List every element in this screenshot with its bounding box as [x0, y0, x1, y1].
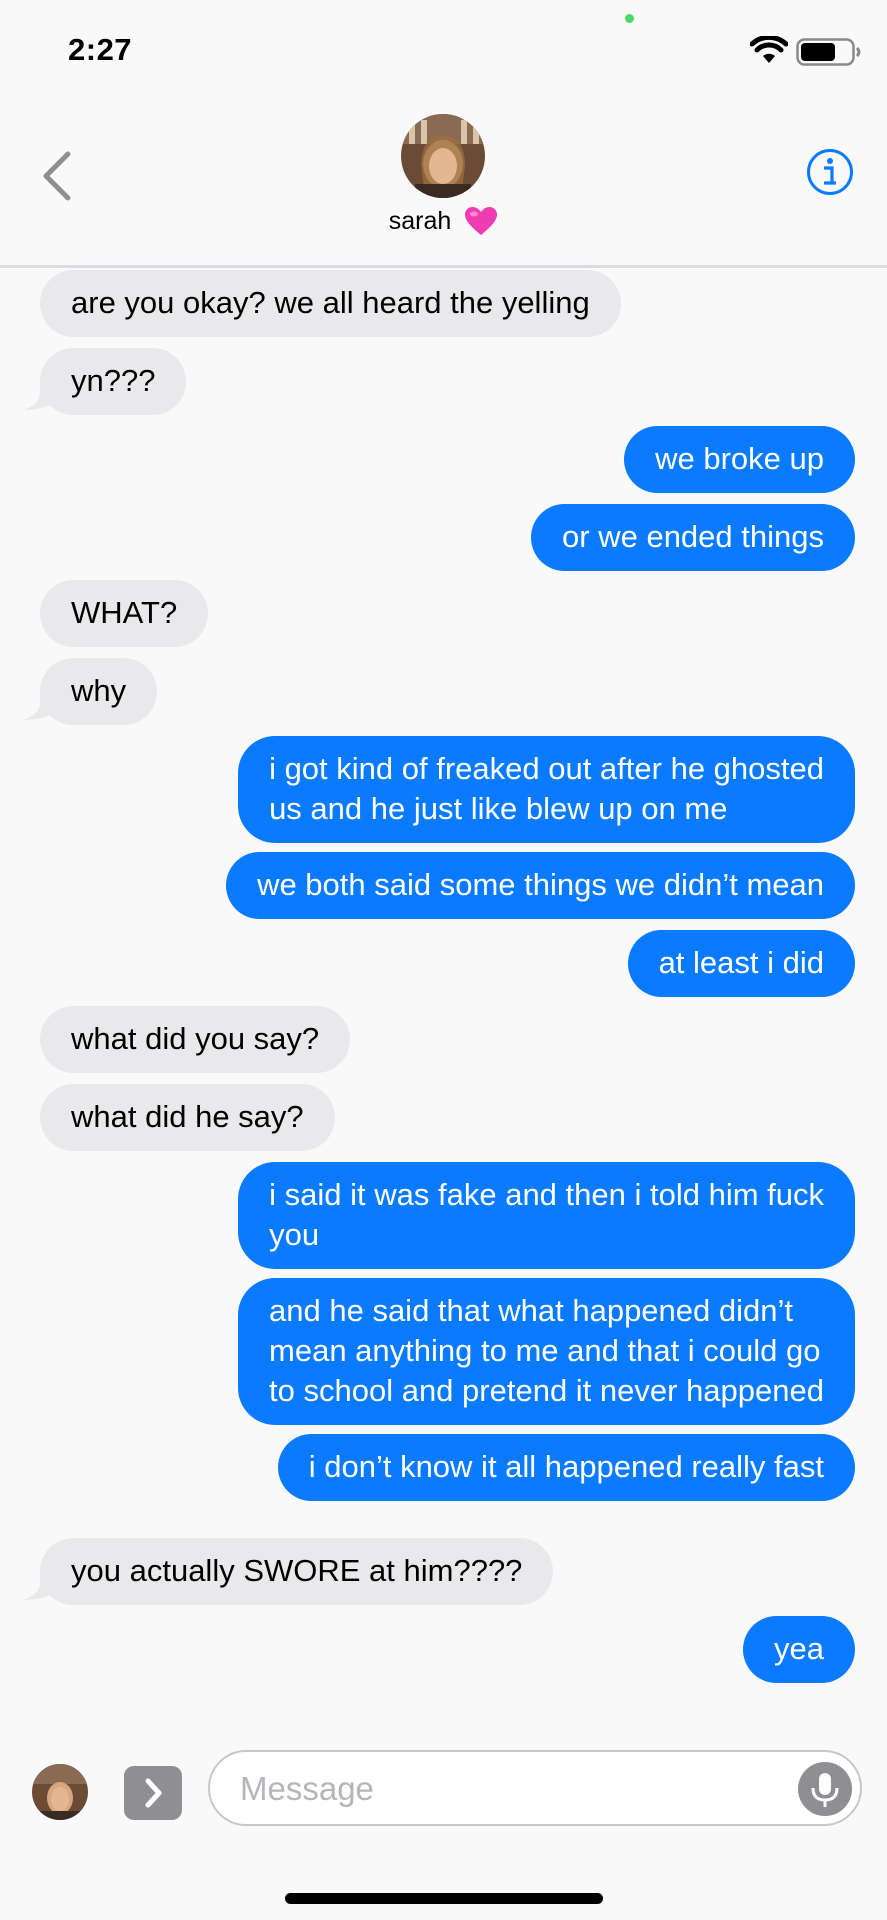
microphone-icon	[811, 1773, 839, 1807]
bubble-tail	[22, 1570, 60, 1600]
message-list[interactable]: are you okay? we all heard the yelling y…	[0, 268, 887, 1728]
contact-name-label: sarah	[388, 206, 452, 235]
message-input-bar: Message	[0, 1732, 887, 1920]
status-time: 2:27	[68, 32, 133, 67]
message-bubble-outgoing[interactable]: i don’t know it all happened really fast	[277, 1434, 855, 1501]
conversation-header: sarah	[0, 100, 887, 268]
wifi-icon	[750, 36, 788, 63]
status-bar: 2:27	[0, 0, 887, 100]
contact-name[interactable]: sarah	[0, 206, 887, 236]
message-bubble-outgoing[interactable]: i got kind of freaked out after he ghost…	[238, 736, 855, 843]
chevron-left-icon[interactable]	[38, 148, 78, 204]
message-bubble-outgoing[interactable]: we both said some things we didn’t mean	[226, 852, 855, 919]
message-bubble-incoming[interactable]: what did you say?	[40, 1006, 351, 1073]
message-bubble-outgoing[interactable]: i said it was fake and then i told him f…	[238, 1162, 855, 1269]
message-bubble-incoming[interactable]: you actually SWORE at him????	[40, 1538, 554, 1605]
bubble-tail	[22, 690, 60, 720]
pink-heart-icon	[465, 207, 498, 236]
message-placeholder: Message	[240, 1770, 374, 1807]
message-bubble-incoming[interactable]: yn???	[40, 348, 187, 415]
message-bubble-outgoing[interactable]: we broke up	[624, 426, 855, 493]
message-bubble-incoming[interactable]: what did he say?	[40, 1084, 335, 1151]
message-input[interactable]: Message	[208, 1750, 862, 1826]
bubble-tail	[22, 380, 60, 410]
info-icon[interactable]	[806, 148, 854, 196]
battery-icon	[796, 38, 861, 66]
message-bubble-outgoing[interactable]: at least i did	[627, 930, 855, 997]
app-store-expand-button[interactable]	[124, 1766, 182, 1820]
message-bubble-outgoing[interactable]: and he said that what happened didn’t me…	[238, 1278, 855, 1425]
message-bubble-incoming[interactable]: are you okay? we all heard the yelling	[40, 270, 621, 337]
home-indicator[interactable]	[285, 1893, 603, 1904]
microphone-button[interactable]	[798, 1762, 852, 1816]
contact-avatar[interactable]	[401, 114, 485, 198]
memoji-avatar-button[interactable]	[32, 1764, 88, 1820]
chevron-right-icon	[145, 1778, 162, 1808]
message-bubble-outgoing[interactable]: or we ended things	[531, 504, 855, 571]
privacy-indicator-dot	[625, 14, 634, 23]
message-bubble-incoming[interactable]: WHAT?	[40, 580, 209, 647]
message-bubble-outgoing[interactable]: yea	[743, 1616, 855, 1683]
